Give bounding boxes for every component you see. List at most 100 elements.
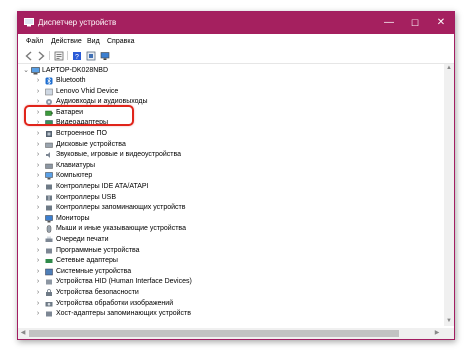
window-title: Диспетчер устройств bbox=[38, 18, 117, 27]
expand-chevron-icon[interactable]: › bbox=[34, 277, 42, 287]
tree-item-label: Программные устройства bbox=[56, 246, 140, 254]
tree-item[interactable]: › Контроллеры USB bbox=[18, 193, 438, 203]
bluetooth-icon bbox=[45, 77, 53, 85]
tree-item[interactable]: › Клавиатуры bbox=[18, 161, 438, 171]
scroll-down-icon[interactable]: ▼ bbox=[444, 317, 454, 326]
forward-icon[interactable] bbox=[35, 50, 47, 62]
ide-controller-icon bbox=[45, 183, 53, 191]
monitor-icon bbox=[45, 215, 53, 223]
expand-chevron-icon[interactable]: › bbox=[34, 224, 42, 234]
device-icon bbox=[45, 88, 53, 96]
toolbar-separator bbox=[49, 51, 50, 60]
expand-chevron-icon[interactable]: › bbox=[34, 129, 42, 139]
tree-item-label: Звуковые, игровые и видеоустройства bbox=[56, 151, 182, 159]
menu-file[interactable]: Файл bbox=[26, 37, 43, 46]
title-bar[interactable]: Диспетчер устройств — ☐ ✕ bbox=[18, 12, 454, 34]
expand-chevron-icon[interactable]: › bbox=[34, 246, 42, 256]
root-label: LAPTOP-DK028NBD bbox=[42, 67, 109, 74]
maximize-button[interactable]: ☐ bbox=[404, 12, 426, 34]
horizontal-scrollbar[interactable]: ◀ ▶ bbox=[18, 328, 444, 339]
tree-item[interactable]: › Очереди печати bbox=[18, 235, 438, 245]
back-icon[interactable] bbox=[23, 50, 35, 62]
svg-text:?: ? bbox=[75, 54, 79, 61]
tree-item[interactable]: › Мыши и иные указывающие устройства bbox=[18, 224, 438, 234]
device-manager-icon bbox=[24, 18, 34, 27]
help-icon[interactable]: ? bbox=[71, 50, 83, 62]
tree-item-label: Клавиатуры bbox=[56, 161, 96, 169]
close-button[interactable]: ✕ bbox=[430, 12, 452, 34]
storage-controller-icon bbox=[45, 204, 53, 212]
tree-item[interactable]: › Сетевые адаптеры bbox=[18, 256, 438, 266]
expand-chevron-icon[interactable]: › bbox=[34, 161, 42, 171]
system-device-icon bbox=[45, 268, 53, 276]
tree-item[interactable]: › Мониторы bbox=[18, 214, 438, 224]
scroll-up-icon[interactable]: ▲ bbox=[444, 64, 454, 73]
tree-item[interactable]: › Контроллеры IDE ATA/ATAPI bbox=[18, 182, 438, 192]
tree-item-label: Lenovo Vhid Device bbox=[56, 87, 119, 95]
expand-chevron-icon[interactable]: › bbox=[34, 76, 42, 86]
tree-item[interactable]: › Устройства HID (Human Interface Devices… bbox=[18, 277, 438, 287]
tree-root[interactable]: ⌄ LAPTOP-DK028NBD bbox=[18, 66, 438, 76]
tree-item[interactable]: › Устройства обработки изображений bbox=[18, 299, 438, 309]
collapse-chevron-icon[interactable]: ⌄ bbox=[22, 66, 30, 76]
menu-bar: Файл Действие Вид Справка bbox=[18, 35, 454, 47]
expand-chevron-icon[interactable]: › bbox=[34, 140, 42, 150]
update-driver-icon[interactable] bbox=[85, 50, 97, 62]
expand-chevron-icon[interactable]: › bbox=[34, 87, 42, 97]
expand-chevron-icon[interactable]: › bbox=[34, 299, 42, 309]
expand-chevron-icon[interactable]: › bbox=[34, 267, 42, 277]
horizontal-scroll-thumb[interactable] bbox=[29, 330, 399, 337]
tree-item[interactable]: › Дисковые устройства bbox=[18, 140, 438, 150]
expand-chevron-icon[interactable]: › bbox=[34, 235, 42, 245]
tree-item[interactable]: › Программные устройства bbox=[18, 246, 438, 256]
device-manager-window: Диспетчер устройств — ☐ ✕ Файл Действие … bbox=[17, 11, 455, 340]
expand-chevron-icon[interactable]: › bbox=[34, 309, 42, 319]
hid-icon bbox=[45, 278, 53, 286]
tree-item-label: Контроллеры USB bbox=[56, 193, 116, 201]
expand-chevron-icon[interactable]: › bbox=[34, 193, 42, 203]
vertical-scrollbar[interactable]: ▲ ▼ bbox=[444, 64, 454, 326]
expand-chevron-icon[interactable]: › bbox=[34, 288, 42, 298]
minimize-button[interactable]: — bbox=[378, 12, 400, 34]
keyboard-icon bbox=[45, 162, 53, 170]
tree-item[interactable]: › Компьютер bbox=[18, 171, 438, 181]
computer-icon bbox=[45, 172, 53, 180]
tree-item[interactable]: › Устройства безопасности bbox=[18, 288, 438, 298]
expand-chevron-icon[interactable]: › bbox=[34, 150, 42, 160]
tree-item-label: Очереди печати bbox=[56, 236, 109, 243]
properties-icon[interactable] bbox=[53, 50, 65, 62]
menu-help[interactable]: Справка bbox=[107, 37, 134, 46]
expand-chevron-icon[interactable]: › bbox=[34, 214, 42, 224]
expand-chevron-icon[interactable]: › bbox=[34, 182, 42, 192]
tree-item[interactable]: › Системные устройства bbox=[18, 267, 438, 277]
tree-item-label: Контроллеры IDE ATA/ATAPI bbox=[56, 183, 149, 190]
software-device-icon bbox=[45, 247, 53, 255]
network-adapter-icon bbox=[45, 257, 53, 265]
tree-item-label: Устройства HID (Human Interface Devices) bbox=[56, 278, 192, 286]
expand-chevron-icon[interactable]: › bbox=[34, 256, 42, 266]
computer-icon bbox=[31, 67, 40, 75]
tree-item-label: Хост-адаптеры запоминающих устройств bbox=[56, 310, 191, 318]
menu-view[interactable]: Вид bbox=[87, 37, 100, 46]
toolbar: ? bbox=[18, 48, 454, 64]
tree-item[interactable]: › Звуковые, игровые и видеоустройства bbox=[18, 150, 438, 160]
tree-item[interactable]: › Контроллеры запоминающих устройств bbox=[18, 203, 438, 213]
expand-chevron-icon[interactable]: › bbox=[34, 171, 42, 181]
tree-item-label: Встроенное ПО bbox=[56, 130, 107, 137]
tree-item[interactable]: › Lenovo Vhid Device bbox=[18, 87, 438, 97]
tree-item[interactable]: › Встроенное ПО bbox=[18, 129, 438, 139]
toolbar-separator bbox=[67, 51, 68, 60]
menu-action[interactable]: Действие bbox=[51, 37, 82, 46]
scroll-left-icon[interactable]: ◀ bbox=[18, 328, 28, 339]
tree-item-label: Компьютер bbox=[56, 172, 93, 180]
expand-chevron-icon[interactable]: › bbox=[34, 203, 42, 213]
disk-icon bbox=[45, 141, 53, 149]
security-device-icon bbox=[45, 289, 53, 297]
tree-item[interactable]: › Хост-адаптеры запоминающих устройств bbox=[18, 309, 438, 319]
monitor-icon[interactable] bbox=[99, 50, 111, 62]
scroll-right-icon[interactable]: ▶ bbox=[432, 328, 442, 339]
usb-icon bbox=[45, 194, 53, 202]
tree-item[interactable]: › Bluetooth bbox=[18, 76, 438, 86]
tree-item-label: Устройства обработки изображений bbox=[56, 299, 174, 307]
tree-item-label: Мониторы bbox=[56, 214, 90, 222]
